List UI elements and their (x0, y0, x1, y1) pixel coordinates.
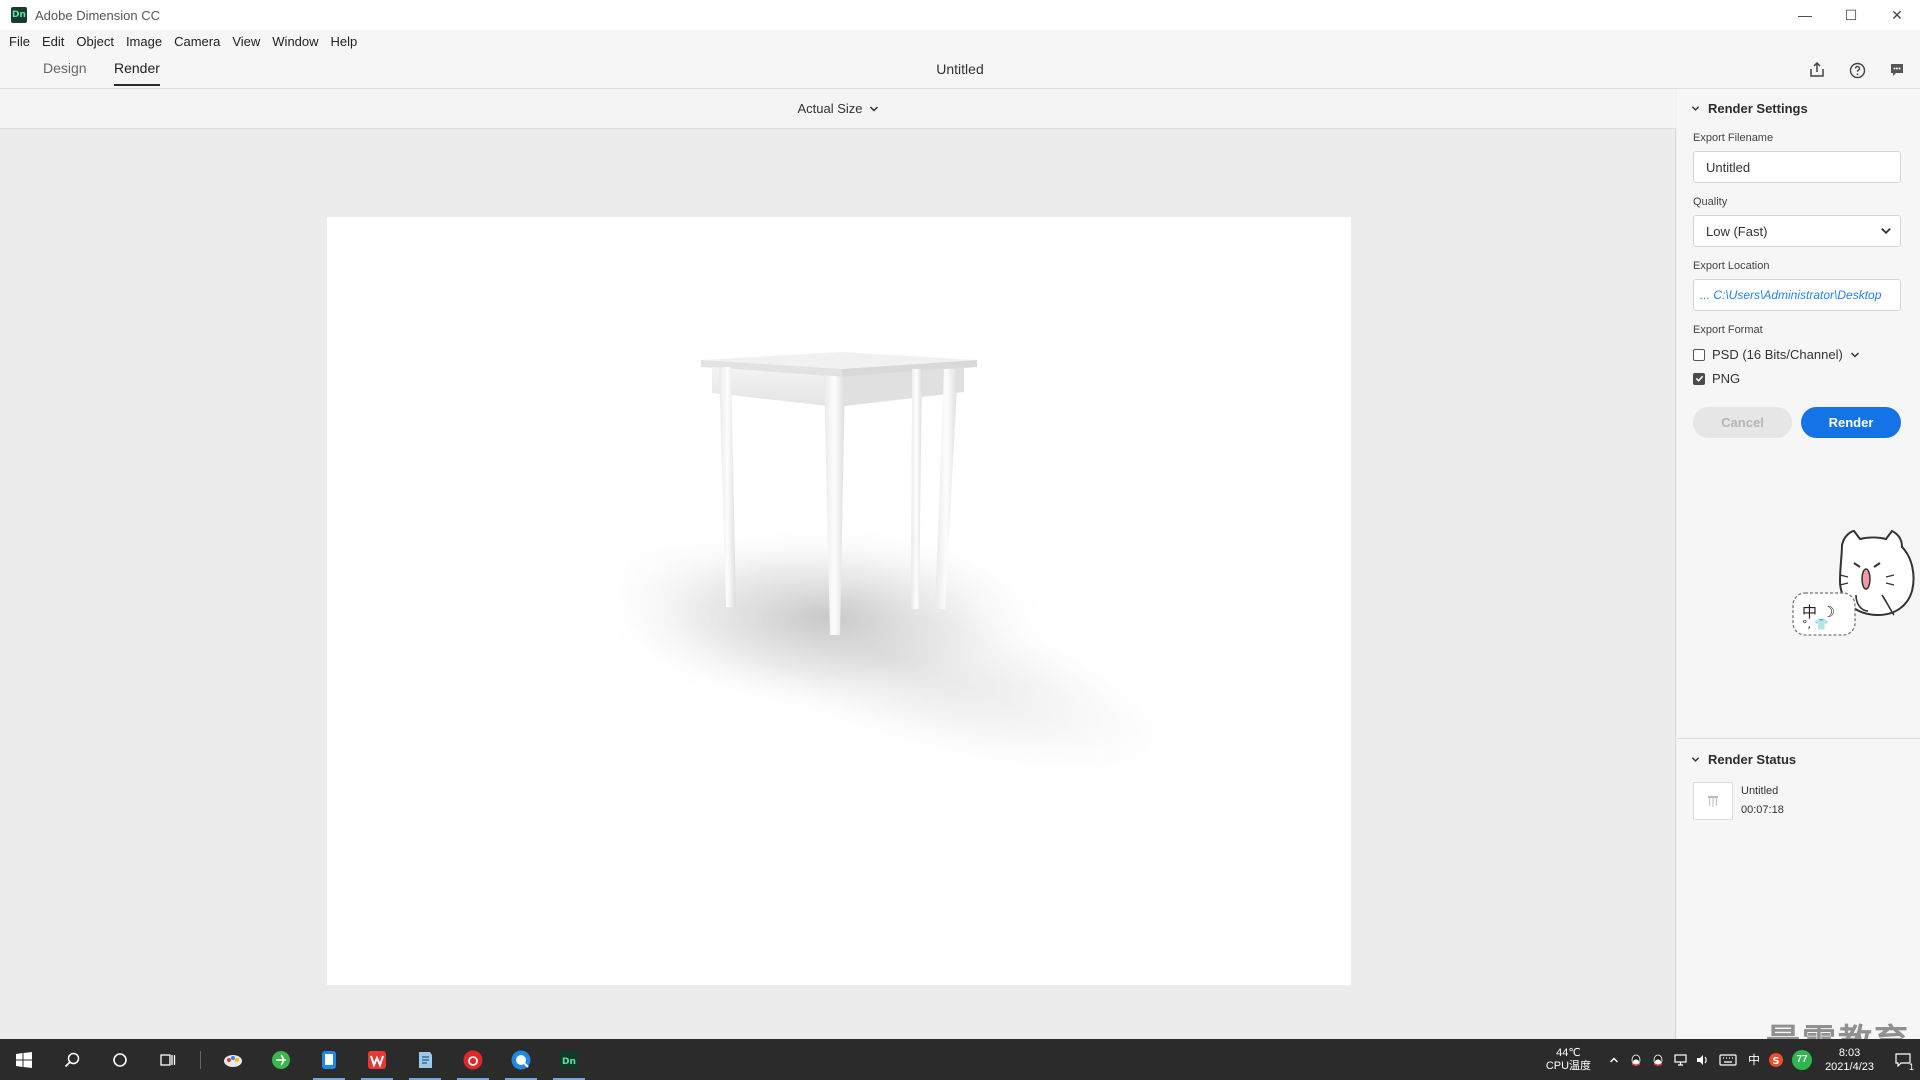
menu-view[interactable]: View (232, 34, 260, 49)
netease-music-icon[interactable] (449, 1039, 497, 1080)
dimension-app-icon[interactable]: Dn (545, 1039, 593, 1080)
window-title: Adobe Dimension CC (35, 7, 161, 23)
canvas-area: Actual Size (0, 89, 1676, 1039)
clock-time: 8:03 (1838, 1046, 1861, 1059)
clock[interactable]: 8:03 2021/4/23 (1825, 1046, 1874, 1074)
qq-tray-icon[interactable] (1625, 1039, 1647, 1080)
export-location-label: Export Location (1693, 260, 1770, 272)
quality-select[interactable]: Low (Fast) (1693, 215, 1901, 247)
chevron-down-icon[interactable] (1850, 350, 1860, 360)
render-button[interactable]: Render (1801, 407, 1901, 438)
tray-badge: 77 (1792, 1049, 1813, 1070)
system-tray: 44℃ CPU温度 中 S 77 8:03 2021/4/23 1 (1546, 1039, 1920, 1080)
render-status-time: 00:07:18 (1741, 804, 1784, 816)
feedback-icon[interactable] (1886, 59, 1908, 81)
workspace-tabs-bar: Untitled Design Render (0, 52, 1920, 89)
quality-label: Quality (1693, 196, 1728, 208)
app-logo-icon: Dn (11, 7, 27, 23)
share-icon[interactable] (1806, 59, 1828, 81)
cortana-icon[interactable] (96, 1039, 144, 1080)
panel-divider (1677, 738, 1920, 739)
qq-browser-icon[interactable] (497, 1039, 545, 1080)
chevron-down-icon (1691, 106, 1700, 111)
stool-thumbnail-icon (1708, 796, 1718, 807)
taskbar: Dn 44℃ CPU温度 中 S 77 8:03 2021/4/23 1 (0, 1039, 1920, 1080)
render-settings-title: Render Settings (1708, 101, 1808, 116)
menu-camera[interactable]: Camera (174, 34, 220, 49)
zoom-bar: Actual Size (0, 89, 1676, 129)
sticker-text-bottom: °, 👕 (1802, 618, 1829, 631)
export-filename-input[interactable]: Untitled (1693, 151, 1901, 183)
png-label: PNG (1712, 371, 1741, 386)
render-status-title: Render Status (1708, 752, 1797, 767)
export-location-field[interactable]: ... C:\Users\Administrator\Desktop (1693, 279, 1901, 311)
tab-design[interactable]: Design (43, 60, 87, 84)
psd-checkbox[interactable] (1693, 348, 1705, 361)
browser-green-icon[interactable] (257, 1039, 305, 1080)
chevron-down-icon (1691, 757, 1700, 762)
notification-count: 1 (1908, 1062, 1914, 1072)
quality-value: Low (Fast) (1706, 223, 1768, 239)
task-view-icon[interactable] (144, 1039, 192, 1080)
badge-app-icon[interactable]: 77 (1787, 1039, 1817, 1080)
menu-window[interactable]: Window (272, 34, 318, 49)
cancel-button[interactable]: Cancel (1693, 407, 1792, 438)
cpu-temp: 44℃ CPU温度 (1546, 1047, 1591, 1073)
menu-image[interactable]: Image (126, 34, 162, 49)
network-icon[interactable] (1669, 1039, 1691, 1080)
sogou-ime-icon[interactable]: S (1765, 1039, 1787, 1080)
maximize-button[interactable]: ☐ (1828, 0, 1874, 30)
cpu-temp-label: CPU温度 (1545, 1059, 1592, 1072)
svg-text:S: S (1772, 1056, 1779, 1067)
search-icon[interactable] (48, 1039, 96, 1080)
menu-file[interactable]: File (9, 34, 30, 49)
export-format-label: Export Format (1693, 324, 1763, 336)
taskbar-separator (200, 1050, 201, 1069)
chevron-down-icon (1881, 227, 1891, 235)
ime-sticker-widget[interactable]: 中 ☽ °, 👕 (1790, 525, 1920, 645)
document-title: Untitled (936, 61, 984, 77)
format-psd-row[interactable]: PSD (16 Bits/Channel) (1693, 347, 1860, 362)
menu-edit[interactable]: Edit (42, 34, 64, 49)
menu-object[interactable]: Object (76, 34, 114, 49)
paint-app-icon[interactable] (209, 1039, 257, 1080)
zoom-dropdown[interactable]: Actual Size (797, 101, 878, 116)
keyboard-icon[interactable] (1713, 1039, 1743, 1080)
tab-render[interactable]: Render (114, 60, 160, 86)
ime-indicator[interactable]: 中 (1743, 1039, 1765, 1080)
export-filename-label: Export Filename (1693, 132, 1774, 144)
chevron-down-icon (869, 105, 878, 112)
render-status-header[interactable]: Render Status (1691, 752, 1796, 767)
notification-icon[interactable]: 1 (1886, 1039, 1920, 1080)
chevron-up-icon[interactable] (1603, 1039, 1625, 1080)
render-status-name: Untitled (1741, 785, 1779, 797)
png-checkbox[interactable] (1693, 372, 1705, 385)
menu-bar: File Edit Object Image Camera View Windo… (0, 30, 1920, 52)
render-settings-header[interactable]: Render Settings (1691, 101, 1808, 116)
render-thumbnail[interactable] (1693, 782, 1733, 820)
format-png-row[interactable]: PNG (1693, 371, 1740, 386)
svg-text:Dn: Dn (562, 1057, 576, 1067)
clock-date: 2021/4/23 (1825, 1060, 1874, 1073)
render-preview-canvas[interactable] (327, 217, 1351, 985)
blue-app-icon[interactable] (305, 1039, 353, 1080)
notepad-icon[interactable] (401, 1039, 449, 1080)
qq-tray-icon-2[interactable] (1647, 1039, 1669, 1080)
minimize-button[interactable]: — (1782, 0, 1828, 30)
menu-help[interactable]: Help (331, 34, 358, 49)
volume-icon[interactable] (1691, 1039, 1713, 1080)
close-button[interactable]: ✕ (1874, 0, 1920, 30)
wps-office-icon[interactable] (353, 1039, 401, 1080)
checkmark-icon (1695, 375, 1703, 382)
window-controls: — ☐ ✕ (1782, 0, 1920, 30)
cpu-temp-value: 44℃ (1556, 1046, 1581, 1059)
top-icons (1806, 59, 1908, 81)
rendered-stool-image (562, 352, 1212, 793)
help-icon[interactable] (1846, 59, 1868, 81)
psd-label: PSD (16 Bits/Channel) (1712, 347, 1843, 362)
title-bar: Dn Adobe Dimension CC — ☐ ✕ (0, 0, 1920, 30)
zoom-label: Actual Size (797, 101, 863, 116)
start-icon[interactable] (0, 1039, 48, 1080)
